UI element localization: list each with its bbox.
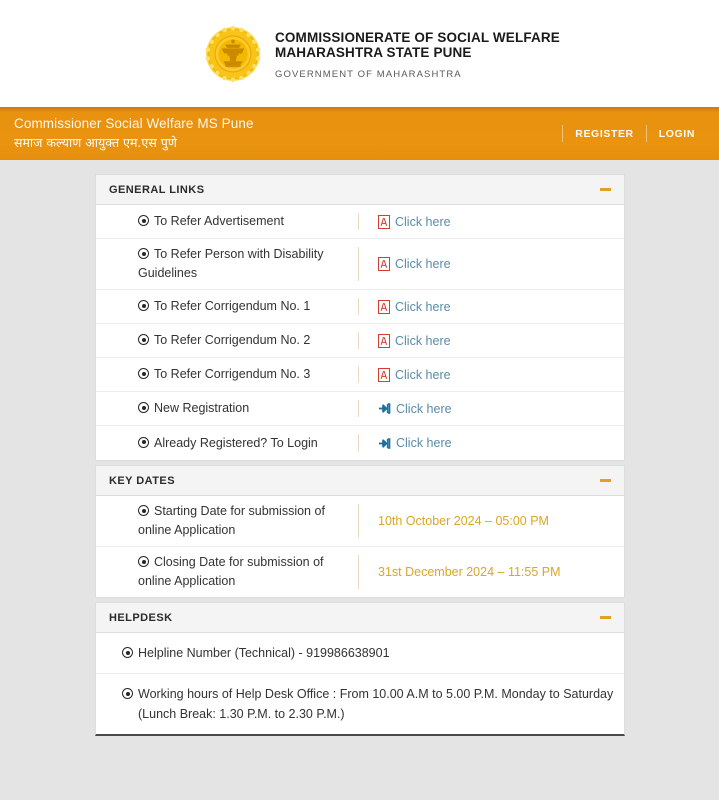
date-value: 10th October 2024 – 05:00 PM (378, 514, 549, 528)
panel-key-dates: KEY DATES Starting Date for submission o… (95, 465, 625, 598)
pdf-icon (378, 299, 390, 314)
sign-in-icon (378, 403, 391, 414)
panel-header-helpdesk[interactable]: HELPDESK (96, 603, 624, 633)
row-value-cell: Click here (359, 367, 451, 382)
panel-general-links: GENERAL LINKS To Refer Advertisement Cli… (95, 174, 625, 461)
panel-body-helpdesk: Helpline Number (Technical) - 9199866389… (96, 633, 624, 734)
row-value-cell: Click here (359, 299, 451, 314)
bullet-icon (138, 402, 149, 413)
row-label-cell: Starting Date for submission of online A… (96, 502, 358, 540)
row-label-cell: To Refer Advertisement (96, 212, 358, 231)
pdf-icon (378, 214, 390, 229)
date-value: 31st December 2024 – 11:55 PM (378, 565, 561, 579)
bullet-icon (138, 505, 149, 516)
row-label: To Refer Advertisement (154, 214, 284, 228)
row-label: To Refer Corrigendum No. 3 (154, 367, 311, 381)
panel-title: GENERAL LINKS (109, 183, 205, 196)
panel-body-key-dates: Starting Date for submission of online A… (96, 496, 624, 597)
click-here-link[interactable]: Click here (395, 257, 451, 271)
click-here-link[interactable]: Click here (395, 300, 451, 314)
bullet-icon (138, 368, 149, 379)
list-item: Already Registered? To Login Click here (96, 426, 624, 460)
register-link[interactable]: REGISTER (563, 128, 645, 140)
row-label-cell: Closing Date for submission of online Ap… (96, 553, 358, 591)
bullet-icon (138, 436, 149, 448)
brand-english: Commissioner Social Welfare MS Pune (14, 116, 254, 132)
row-label-cell: To Refer Corrigendum No. 3 (96, 365, 358, 384)
bullet-icon (138, 215, 149, 226)
row-label: Closing Date for submission of online Ap… (138, 555, 324, 588)
pdf-icon (378, 333, 390, 348)
panel-body-general-links: To Refer Advertisement Click here To Ref… (96, 205, 624, 460)
row-label: To Refer Person with Disability Guidelin… (138, 247, 324, 280)
list-item: Working hours of Help Desk Office : From… (96, 674, 624, 734)
main-content: GENERAL LINKS To Refer Advertisement Cli… (0, 160, 719, 736)
pdf-icon (378, 257, 390, 271)
click-here-link[interactable]: Click here (395, 334, 451, 348)
list-item: New Registration Click here (96, 392, 624, 426)
row-label-cell: To Refer Corrigendum No. 2 (96, 331, 358, 350)
list-item: To Refer Corrigendum No. 2 Click here (96, 324, 624, 358)
bullet-icon (138, 248, 149, 259)
minus-icon[interactable] (600, 479, 611, 482)
bullet-icon (138, 556, 149, 567)
bullet-icon (138, 334, 149, 345)
brand-marathi: समाज कल्याण आयुक्त एम.एस पुणे (14, 135, 177, 151)
minus-icon[interactable] (600, 616, 611, 619)
row-label-cell: To Refer Corrigendum No. 1 (96, 297, 358, 316)
row-label: Starting Date for submission of online A… (138, 504, 325, 537)
helpdesk-text: Helpline Number (Technical) - 9199866389… (138, 646, 390, 660)
page-title: COMMISSIONERATE OF SOCIAL WELFARE MAHARA… (275, 29, 560, 61)
row-label: New Registration (154, 401, 250, 415)
row-label-cell: Already Registered? To Login (96, 434, 358, 453)
row-value-cell: 31st December 2024 – 11:55 PM (359, 565, 561, 579)
click-here-link[interactable]: Click here (396, 402, 452, 416)
list-item: Starting Date for submission of online A… (96, 496, 624, 547)
row-label: To Refer Corrigendum No. 1 (154, 299, 311, 313)
panel-header-general-links[interactable]: GENERAL LINKS (96, 175, 624, 205)
panel-header-key-dates[interactable]: KEY DATES (96, 466, 624, 496)
login-link[interactable]: LOGIN (647, 128, 707, 140)
main-navbar: Commissioner Social Welfare MS Pune समाज… (0, 107, 719, 160)
row-label: Already Registered? To Login (154, 435, 318, 450)
list-item: To Refer Corrigendum No. 3 Click here (96, 358, 624, 392)
click-here-link[interactable]: Click here (395, 215, 451, 229)
row-label-cell: To Refer Person with Disability Guidelin… (96, 245, 358, 283)
site-header: COMMISSIONERATE OF SOCIAL WELFARE MAHARA… (0, 0, 719, 107)
list-item: To Refer Person with Disability Guidelin… (96, 239, 624, 290)
panel-helpdesk: HELPDESK Helpline Number (Technical) - 9… (95, 602, 625, 736)
helpdesk-text: Working hours of Help Desk Office : From… (138, 687, 614, 721)
row-value-cell: Click here (359, 214, 451, 229)
bullet-icon (122, 688, 133, 699)
row-value-cell: Click here (359, 402, 452, 416)
row-label-cell: New Registration (96, 399, 358, 418)
list-item: Closing Date for submission of online Ap… (96, 547, 624, 597)
click-here-link[interactable]: Click here (395, 368, 451, 382)
list-item: To Refer Advertisement Click here (96, 205, 624, 239)
minus-icon[interactable] (600, 188, 611, 191)
row-value-cell: Click here (359, 257, 451, 271)
sign-in-icon (378, 437, 391, 449)
row-value-cell: Click here (359, 436, 452, 450)
pdf-icon (378, 367, 390, 382)
brand: Commissioner Social Welfare MS Pune समाज… (14, 116, 254, 151)
list-item: Helpline Number (Technical) - 9199866389… (96, 633, 624, 674)
org-subtitle: GOVERNMENT OF MAHARASHTRA (275, 68, 462, 80)
row-value-cell: 10th October 2024 – 05:00 PM (359, 514, 549, 528)
panel-title: HELPDESK (109, 611, 173, 624)
click-here-link[interactable]: Click here (396, 436, 452, 450)
panel-title: KEY DATES (109, 474, 175, 487)
maharashtra-state-emblem-icon (205, 25, 261, 82)
navbar-actions: REGISTER LOGIN (562, 107, 719, 160)
bullet-icon (138, 300, 149, 311)
list-item: To Refer Corrigendum No. 1 Click here (96, 290, 624, 324)
row-label: To Refer Corrigendum No. 2 (154, 333, 311, 347)
row-value-cell: Click here (359, 333, 451, 348)
bullet-icon (122, 647, 133, 658)
